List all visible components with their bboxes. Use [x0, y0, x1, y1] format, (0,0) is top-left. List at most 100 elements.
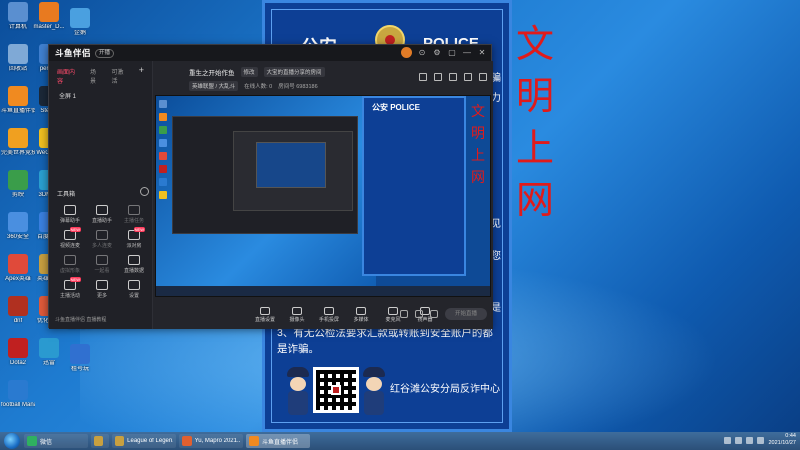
toolbox-item[interactable]: NEW 主播活动	[55, 277, 85, 299]
network-icon[interactable]	[757, 436, 765, 444]
tool-icon	[128, 255, 140, 265]
desktop-icon[interactable]: 计算机	[1, 2, 35, 31]
control-label: 直播设置	[254, 317, 275, 323]
live-status-pill[interactable]: 开播	[95, 48, 115, 58]
tab-content[interactable]: 画面内容	[57, 67, 80, 85]
taskbar-item-label: 微信	[40, 439, 53, 446]
qr-code	[313, 367, 359, 413]
tool-label: 直播数据	[123, 268, 144, 274]
clock[interactable]: 0:44 2021/10/27	[768, 433, 796, 447]
tool-label: 多人连麦	[91, 243, 112, 249]
control-label: 多媒体	[353, 317, 369, 323]
record-icon[interactable]	[464, 73, 472, 81]
tool-icon: NEW	[64, 227, 81, 240]
start-button[interactable]	[4, 433, 20, 449]
toolbox-item[interactable]: 直播助手	[87, 205, 117, 224]
target-icon[interactable]: ⊙	[417, 48, 427, 58]
preview-poster-title: 公安 POLICE	[372, 103, 421, 112]
toolbox-item[interactable]: 虚拟形象	[55, 255, 85, 274]
volume-icon[interactable]	[746, 436, 754, 444]
camera-toggle-icon[interactable]	[400, 310, 408, 318]
desktop-icon[interactable]: 剪映	[1, 170, 35, 199]
toolbox-item[interactable]: 弹幕助手	[55, 205, 85, 224]
taskbar-app-icon	[182, 436, 192, 446]
desktop-icon[interactable]: 360安全	[1, 212, 35, 241]
app-icon	[70, 344, 90, 364]
minimize-icon[interactable]: —	[462, 48, 472, 58]
desktop-icon[interactable]: Dota2	[1, 338, 35, 367]
desktop-icon[interactable]: 企鹅	[63, 8, 97, 37]
preview-toolbar	[419, 73, 487, 81]
stream-title: 重生之开始作鱼	[189, 70, 235, 77]
app-icon	[8, 86, 28, 106]
gear-icon[interactable]: ⚙	[432, 48, 442, 58]
camera-button[interactable]: 摄像头	[283, 307, 311, 323]
taskbar-item-label: League of Legen...	[127, 438, 173, 444]
tab-scenes[interactable]: 场景	[90, 67, 102, 85]
settings-icon[interactable]	[430, 310, 438, 318]
preview-poster: 公安 POLICE	[362, 96, 466, 276]
taskbar-item[interactable]: League of Legen...	[112, 434, 176, 448]
desktop-icon[interactable]: Apex英雄	[1, 254, 35, 283]
toolbox-item[interactable]: 多人连麦	[87, 230, 117, 249]
record-toggle-icon[interactable]	[415, 310, 423, 318]
desktop-icon-label: 完美世界竞技平台	[1, 150, 35, 156]
maximize-icon[interactable]: ▢	[447, 48, 457, 58]
lock-icon[interactable]	[434, 73, 442, 81]
desktop-icon[interactable]: 迅雷	[32, 338, 66, 367]
taskbar-app-icon	[94, 436, 103, 446]
desktop-icon[interactable]: 完美世界竞技平台	[1, 128, 35, 157]
desktop-icon[interactable]: dnf	[1, 296, 35, 325]
desktop-icon[interactable]: 斗鱼直播伴侣	[1, 86, 35, 115]
desktop-icon[interactable]: football Manag...	[1, 380, 35, 409]
avatar[interactable]	[401, 47, 412, 58]
live-settings-button[interactable]: 直播设置	[251, 307, 279, 323]
screenshot-icon[interactable]	[449, 73, 457, 81]
tool-label: 虚拟形象	[59, 268, 80, 274]
preview-slogan-char: 明	[471, 125, 485, 141]
toolbox-item[interactable]: 直播数据	[119, 255, 149, 274]
desktop-icon[interactable]: master_D...	[32, 2, 66, 31]
taskbar-item[interactable]: 斗鱼直播伴侣	[246, 434, 310, 448]
left-footer-link[interactable]: 斗鱼直播伴侣 直播教程	[55, 316, 106, 323]
control-icon	[324, 307, 334, 315]
edit-title-button[interactable]: 修改	[240, 67, 258, 77]
tool-icon	[128, 280, 140, 290]
toolbox-item[interactable]: 主播任务	[119, 205, 149, 224]
phone-cast-button[interactable]: 手机投屏	[315, 307, 343, 323]
toolbox-item[interactable]: NEW 视频连麦	[55, 227, 85, 249]
toolbox-item[interactable]: 更多	[87, 280, 117, 299]
toolbox-item[interactable]: NEW 派对房	[119, 227, 149, 249]
tool-label: 更多	[96, 293, 107, 299]
app-titlebar[interactable]: 斗鱼伴侣 开播 ⊙ ⚙ ▢ — ✕	[49, 45, 491, 61]
layout-icon[interactable]	[419, 73, 427, 81]
controls-right: 开始直播	[400, 308, 487, 320]
close-icon[interactable]: ✕	[477, 48, 487, 58]
tool-icon: NEW	[128, 227, 145, 240]
toolbox-item[interactable]: 一起看	[87, 255, 117, 274]
preview-slogan-char: 网	[471, 169, 485, 185]
room-name-chip[interactable]: 大宝的直播分享的房间	[263, 67, 325, 77]
category-chip[interactable]: 英雄联盟 / 大乱斗	[189, 81, 239, 91]
streaming-app-window[interactable]: 斗鱼伴侣 开播 ⊙ ⚙ ▢ — ✕ 画面内容 场景 可激活 + 全屏 1 工具箱	[48, 44, 493, 329]
scene-item[interactable]: 全屏 1	[49, 89, 152, 102]
media-button[interactable]: 多媒体	[347, 307, 375, 323]
overlay-char: 上	[515, 126, 554, 170]
toolbox-item[interactable]: 设置	[119, 280, 149, 299]
toolbox-settings-icon[interactable]	[140, 187, 149, 196]
toolbox-header: 工具箱	[57, 187, 149, 198]
share-icon[interactable]	[479, 73, 487, 81]
left-tabs: 画面内容 场景 可激活 +	[49, 61, 152, 89]
tab-activatable[interactable]: 可激活	[111, 67, 128, 85]
stream-preview[interactable]: 公安 POLICE 文 明 上 网	[155, 95, 491, 297]
tray-icon[interactable]	[724, 436, 732, 444]
taskbar-item[interactable]	[91, 434, 109, 448]
desktop-icon[interactable]: 租号玩	[63, 344, 97, 373]
taskbar-item[interactable]: Yu, Mapro 2021...	[179, 434, 243, 448]
taskbar-item[interactable]: 微信	[24, 434, 88, 448]
start-live-button[interactable]: 开始直播	[445, 308, 487, 320]
desktop-icon[interactable]: 回收站	[1, 44, 35, 73]
app-icon	[8, 128, 28, 148]
add-source-button[interactable]: +	[139, 66, 144, 85]
tray-icon[interactable]	[735, 436, 743, 444]
